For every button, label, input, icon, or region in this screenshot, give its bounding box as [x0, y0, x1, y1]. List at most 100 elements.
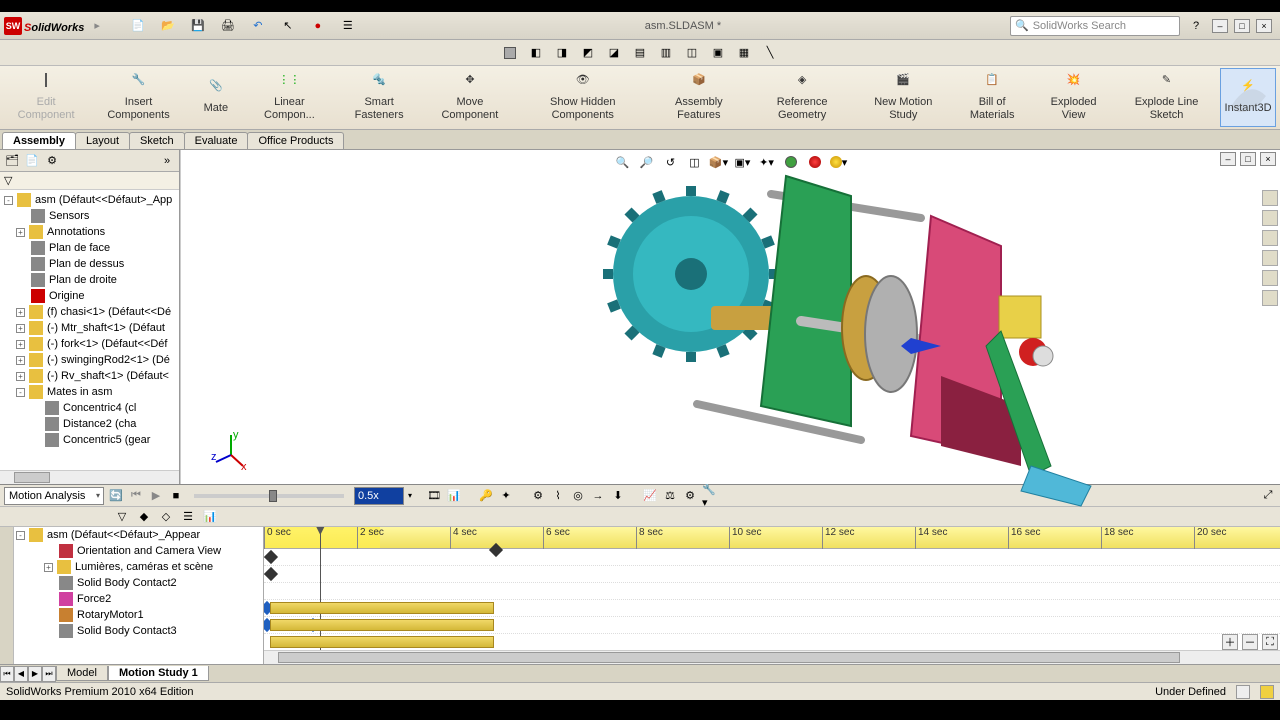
tree-item[interactable]: Sensors [2, 208, 177, 224]
taskpane-appearance-icon[interactable] [1262, 270, 1278, 286]
taskpane-explorer-icon[interactable] [1262, 230, 1278, 246]
graphics-viewport[interactable]: – □ × 🔍 🔎 ↺ ◫ 📦▾ ▣▾ ✦▾ ▾ [180, 150, 1280, 484]
bottom-tab-model[interactable]: Model [56, 666, 108, 681]
tree-toggle[interactable]: + [16, 340, 25, 349]
tab-office-products[interactable]: Office Products [247, 132, 344, 149]
view-side-icon[interactable]: ▥ [656, 43, 676, 63]
motion-tree-item[interactable]: RotaryMotor1 [14, 607, 263, 623]
tree-toggle[interactable]: + [44, 563, 53, 572]
tree-toggle[interactable]: + [16, 324, 25, 333]
tab-sketch[interactable]: Sketch [129, 132, 185, 149]
select-icon[interactable]: ↖ [280, 18, 296, 34]
tab-next-button[interactable]: ▶ [28, 666, 42, 682]
maximize-button[interactable]: □ [1234, 19, 1250, 33]
undo-icon[interactable]: ↶ [250, 18, 266, 34]
tree-item[interactable]: Origine [2, 288, 177, 304]
tree-toggle[interactable]: - [16, 388, 25, 397]
filter-results-icon[interactable]: 📊 [202, 509, 218, 525]
playback-speed-input[interactable]: 0.5x [354, 487, 404, 505]
view-top-icon[interactable]: ▤ [630, 43, 650, 63]
fm-hscroll[interactable] [0, 470, 179, 484]
study-type-dropdown[interactable]: Motion Analysis [4, 487, 104, 505]
fm-filter-bar[interactable]: ▽ [0, 172, 179, 190]
ribbon-explode-line-sketch[interactable]: ✎Explode Line Sketch [1115, 68, 1218, 127]
zoom-in-timeline-icon[interactable]: ＋ [1222, 634, 1238, 650]
tree-item[interactable]: +(-) Mtr_shaft<1> (Défaut [2, 320, 177, 336]
view-front-icon[interactable] [500, 43, 520, 63]
view-close-button[interactable]: × [1260, 152, 1276, 166]
motion-tree[interactable]: -asm (Défaut<<Défaut>_AppearOrientation … [14, 527, 263, 664]
view-line-icon[interactable]: ╲ [760, 43, 780, 63]
ribbon-mate[interactable]: 📎Mate [189, 68, 243, 127]
tree-item[interactable]: Concentric4 (cl [2, 400, 177, 416]
ribbon-edit-component[interactable]: Edit Component [4, 68, 88, 127]
tree-item[interactable]: Distance2 (cha [2, 416, 177, 432]
motion-tree-item[interactable]: +Lumières, caméras et scène [14, 559, 263, 575]
tree-item[interactable]: +(-) swingingRod2<1> (Dé [2, 352, 177, 368]
autokey-icon[interactable]: 🔑 [478, 488, 494, 504]
view-iso2-icon[interactable]: ◨ [552, 43, 572, 63]
tab-evaluate[interactable]: Evaluate [184, 132, 249, 149]
tree-item[interactable]: Plan de dessus [2, 256, 177, 272]
tab-first-button[interactable]: ⏮ [0, 666, 14, 682]
motion-tree-item[interactable]: Orientation and Camera View [14, 543, 263, 559]
tree-toggle[interactable]: + [16, 308, 25, 317]
tree-item[interactable]: Plan de droite [2, 272, 177, 288]
ribbon-exploded-view[interactable]: 💥Exploded View [1034, 68, 1113, 127]
taskpane-resources-icon[interactable] [1262, 190, 1278, 206]
view-cube-icon[interactable]: ▣ [708, 43, 728, 63]
tab-layout[interactable]: Layout [75, 132, 130, 149]
motion-timeline[interactable]: 0 sec2 sec4 sec6 sec8 sec10 sec12 sec14 … [264, 527, 1280, 664]
tree-toggle[interactable]: - [4, 196, 13, 205]
tree-toggle[interactable]: + [16, 228, 25, 237]
save-anim-icon[interactable]: 🎞 [426, 488, 442, 504]
print-icon[interactable]: 🖨 [220, 18, 236, 34]
view-dim-icon[interactable]: ▦ [734, 43, 754, 63]
tree-item[interactable]: Plan de face [2, 240, 177, 256]
ribbon-linear-pattern[interactable]: ⋮⋮Linear Compon... [245, 68, 334, 127]
timeline-hscroll[interactable] [264, 650, 1280, 664]
feature-tree[interactable]: -asm (Défaut<<Défaut>_AppSensors+Annotat… [0, 190, 179, 470]
addkey-icon[interactable]: ✦ [498, 488, 514, 504]
tab-prev-button[interactable]: ◀ [14, 666, 28, 682]
view-iso4-icon[interactable]: ◪ [604, 43, 624, 63]
save-icon[interactable]: 💾 [190, 18, 206, 34]
tree-item[interactable]: +(-) Rv_shaft<1> (Défaut< [2, 368, 177, 384]
tree-toggle[interactable]: - [16, 531, 25, 540]
motion-tree-item[interactable]: -asm (Défaut<<Défaut>_Appear [14, 527, 263, 543]
ribbon-bom[interactable]: 📋Bill of Materials [952, 68, 1032, 127]
playback-slider[interactable] [194, 494, 344, 498]
ribbon-assembly-features[interactable]: 📦Assembly Features [650, 68, 748, 127]
spring-icon[interactable]: ⌇ [550, 488, 566, 504]
play-icon[interactable]: ▶ [148, 488, 164, 504]
ribbon-insert-components[interactable]: 🔧Insert Components [90, 68, 187, 127]
fm-tab-feature-icon[interactable]: 🗂 [4, 153, 20, 169]
tab-last-button[interactable]: ⏭ [42, 666, 56, 682]
view-3d-icon[interactable]: ◫ [682, 43, 702, 63]
tree-toggle[interactable]: + [16, 356, 25, 365]
view-maximize-button[interactable]: □ [1240, 152, 1256, 166]
search-input[interactable]: 🔍 SolidWorks Search [1010, 16, 1180, 36]
tree-item[interactable]: -asm (Défaut<<Défaut>_App [2, 192, 177, 208]
ribbon-reference-geometry[interactable]: ◈Reference Geometry [750, 68, 855, 127]
new-file-icon[interactable]: 📄 [130, 18, 146, 34]
motion-collapse-icon[interactable]: ⤢ [1260, 488, 1276, 504]
ribbon-show-hidden[interactable]: 👁Show Hidden Components [518, 68, 648, 127]
filter-driving-icon[interactable]: ◆ [136, 509, 152, 525]
tab-assembly[interactable]: Assembly [2, 132, 76, 149]
view-iso1-icon[interactable]: ◧ [526, 43, 546, 63]
minimize-button[interactable]: – [1212, 19, 1228, 33]
tree-item[interactable]: Concentric5 (gear [2, 432, 177, 448]
status-rebuild-icon[interactable] [1260, 685, 1274, 699]
tree-toggle[interactable]: + [16, 372, 25, 381]
rebuild-icon[interactable]: ● [310, 18, 326, 34]
anim-wizard-icon[interactable]: 📊 [446, 488, 462, 504]
fm-tab-config-icon[interactable]: ⚙ [44, 153, 60, 169]
options-icon[interactable]: ☰ [340, 18, 356, 34]
tree-item[interactable]: +(f) chasi<1> (Défaut<<Dé [2, 304, 177, 320]
tree-item[interactable]: +(-) fork<1> (Défaut<<Déf [2, 336, 177, 352]
ribbon-move-component[interactable]: ✥Move Component [424, 68, 515, 127]
status-edit-icon[interactable] [1236, 685, 1250, 699]
taskpane-library-icon[interactable] [1262, 210, 1278, 226]
stop-icon[interactable]: ■ [168, 488, 184, 504]
